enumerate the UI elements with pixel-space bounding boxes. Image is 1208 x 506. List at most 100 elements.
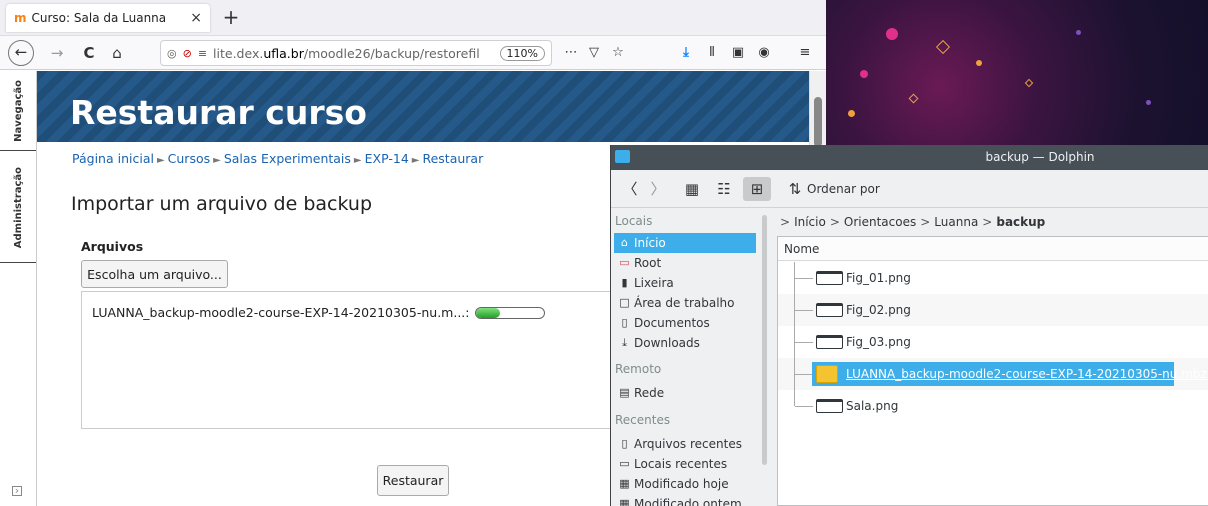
home-button[interactable]: ⌂ [104, 40, 130, 66]
breadcrumb-separator: ► [213, 155, 221, 166]
back-icon[interactable]: 〈 [619, 177, 641, 201]
file-row[interactable]: Fig_03.png [778, 326, 1208, 358]
file-name: Fig_03.png [846, 335, 911, 349]
wallpaper-decor [860, 70, 868, 78]
breadcrumb-backup[interactable]: backup [996, 215, 1045, 229]
sidebar-icon[interactable]: ▣ [728, 40, 748, 66]
wallpaper-decor [935, 39, 951, 55]
breadcrumb-exp14[interactable]: EXP-14 [365, 151, 409, 166]
breadcrumb-home[interactable]: Página inicial [72, 151, 154, 166]
places-item-label: Rede [634, 386, 665, 400]
url-path: /moodle26/backup/restorefil [303, 45, 480, 61]
places-item-modified-yesterday[interactable]: ▦ Modificado ontem [614, 494, 756, 506]
back-button[interactable]: ← [8, 40, 34, 66]
breadcrumb-separator: > [982, 215, 993, 229]
breadcrumb-separator: > [920, 215, 931, 229]
breadcrumb-orientacoes[interactable]: Orientacoes [844, 215, 916, 229]
downloads-icon: ⤓ [622, 336, 627, 349]
places-item-label: Lixeira [634, 276, 674, 290]
dolphin-titlebar[interactable]: backup — Dolphin [611, 145, 1208, 170]
menu-icon[interactable]: ≡ [794, 40, 816, 66]
network-icon: ▤ [619, 386, 630, 399]
image-file-icon [816, 399, 843, 413]
places-item-lixeira[interactable]: ▮ Lixeira [614, 273, 756, 293]
column-header-name[interactable]: Nome [778, 237, 1208, 261]
wallpaper-decor [1076, 30, 1081, 35]
places-item-label: Modificado ontem [634, 497, 742, 506]
file-row-selected[interactable]: LUANNA_backup-moodle2-course-EXP-14-2021… [778, 358, 1208, 390]
places-item-inicio[interactable]: ⌂ Início [614, 233, 756, 253]
breadcrumb-experimental-rooms[interactable]: Salas Experimentais [224, 151, 351, 166]
upload-progress-fill [476, 307, 501, 318]
places-item-recent-files[interactable]: ▯ Arquivos recentes [614, 434, 756, 454]
permissions-icon[interactable]: ≡ [198, 47, 207, 60]
zoom-indicator[interactable]: 110% [499, 45, 545, 61]
image-file-icon [816, 335, 843, 349]
tab-close-icon[interactable]: × [190, 10, 202, 26]
administration-dock-tab[interactable]: Administração [0, 153, 36, 263]
icons-view-icon[interactable]: ▦ [679, 177, 705, 201]
navigation-bar: ← → C ⌂ ◎ ⊘ ≡ lite.dex. ufla.br/moodle26/… [0, 36, 826, 70]
navigation-dock-label: Navegação [12, 79, 24, 142]
insecure-lock-icon[interactable]: ⊘ [183, 47, 192, 60]
forward-icon[interactable]: 〉 [647, 177, 669, 201]
sort-icon[interactable]: ⇅ [787, 177, 803, 201]
restore-button[interactable]: Restaurar [377, 465, 449, 496]
tracking-shield-icon[interactable]: ◎ [167, 47, 177, 60]
file-row[interactable]: Sala.png [778, 390, 1208, 422]
choose-file-button[interactable]: Escolha um arquivo... [81, 260, 228, 288]
library-icon[interactable]: ⦀ [702, 40, 722, 66]
folder-red-icon: ▭ [619, 256, 630, 269]
dolphin-window-title: backup — Dolphin [985, 150, 1095, 164]
downloads-icon[interactable]: ⤓ [676, 40, 696, 66]
tree-line [794, 326, 814, 358]
places-item-rede[interactable]: ▤ Rede [614, 383, 756, 403]
wallpaper-decor [908, 93, 919, 104]
file-name: LUANNA_backup-moodle2-course-EXP-14-2021… [846, 367, 1207, 381]
file-row[interactable]: Fig_01.png [778, 262, 1208, 294]
breadcrumb-inicio[interactable]: Início [794, 215, 826, 229]
breadcrumb-luanna[interactable]: Luanna [934, 215, 978, 229]
places-item-downloads[interactable]: ⤓ Downloads [614, 333, 756, 353]
file-row[interactable]: Fig_02.png [778, 294, 1208, 326]
places-item-label: Área de trabalho [634, 296, 735, 310]
breadcrumb-restore[interactable]: Restaurar [422, 151, 483, 166]
page-scrollbar-thumb[interactable] [814, 97, 822, 147]
navigation-dock-tab[interactable]: Navegação [0, 71, 36, 151]
compact-view-icon[interactable]: ☷ [711, 177, 737, 201]
file-name: Sala.png [846, 399, 899, 413]
places-item-modified-today[interactable]: ▦ Modificado hoje [614, 474, 756, 494]
dolphin-window: backup — Dolphin 〈 〉 ▦ ☷ ⊞ ⇅ Ordenar por… [610, 145, 1208, 506]
new-tab-button[interactable]: + [218, 4, 244, 32]
block-dock: Navegação Administração › [0, 71, 37, 506]
file-list-view: Nome Fig_01.png Fig_02.png Fig_03.png LU… [777, 236, 1208, 506]
dock-expand-icon[interactable]: › [12, 485, 22, 496]
recent-places-icon: ▭ [619, 457, 630, 470]
image-file-icon [816, 303, 843, 317]
url-bar[interactable]: ◎ ⊘ ≡ lite.dex. ufla.br/moodle26/backup/r… [160, 40, 552, 66]
places-item-recent-places[interactable]: ▭ Locais recentes [614, 454, 756, 474]
account-icon[interactable]: ◉ [754, 40, 774, 66]
url-host: ufla.br [263, 45, 304, 61]
places-item-desktop[interactable]: □ Área de trabalho [614, 293, 756, 313]
breadcrumb-separator: ► [156, 155, 165, 166]
reload-button[interactable]: C [76, 40, 102, 66]
forward-button[interactable]: → [44, 40, 70, 66]
places-scrollbar[interactable] [762, 215, 767, 465]
places-section-recentes: Recentes [615, 413, 671, 427]
places-item-documentos[interactable]: ▯ Documentos [614, 313, 756, 333]
desktop-wallpaper [826, 0, 1208, 145]
pocket-icon[interactable]: ▽ [584, 40, 604, 66]
places-item-label: Locais recentes [634, 457, 728, 471]
browser-tab[interactable]: m Curso: Sala da Luanna × [6, 4, 210, 32]
file-drop-area[interactable]: LUANNA_backup-moodle2-course-EXP-14-2021… [81, 291, 701, 429]
administration-dock-label: Administração [12, 166, 24, 249]
breadcrumb-courses[interactable]: Cursos [168, 151, 210, 166]
breadcrumb: Página inicial ► Cursos ► Salas Experimentai… [72, 151, 483, 166]
page-actions-icon[interactable]: ⋯ [560, 40, 582, 66]
details-view-icon[interactable]: ⊞ [743, 177, 771, 201]
documents-icon: ▯ [621, 316, 628, 329]
bookmark-star-icon[interactable]: ☆ [608, 40, 628, 66]
sort-by-button[interactable]: Ordenar por [807, 177, 887, 201]
places-item-root[interactable]: ▭ Root [614, 253, 756, 273]
